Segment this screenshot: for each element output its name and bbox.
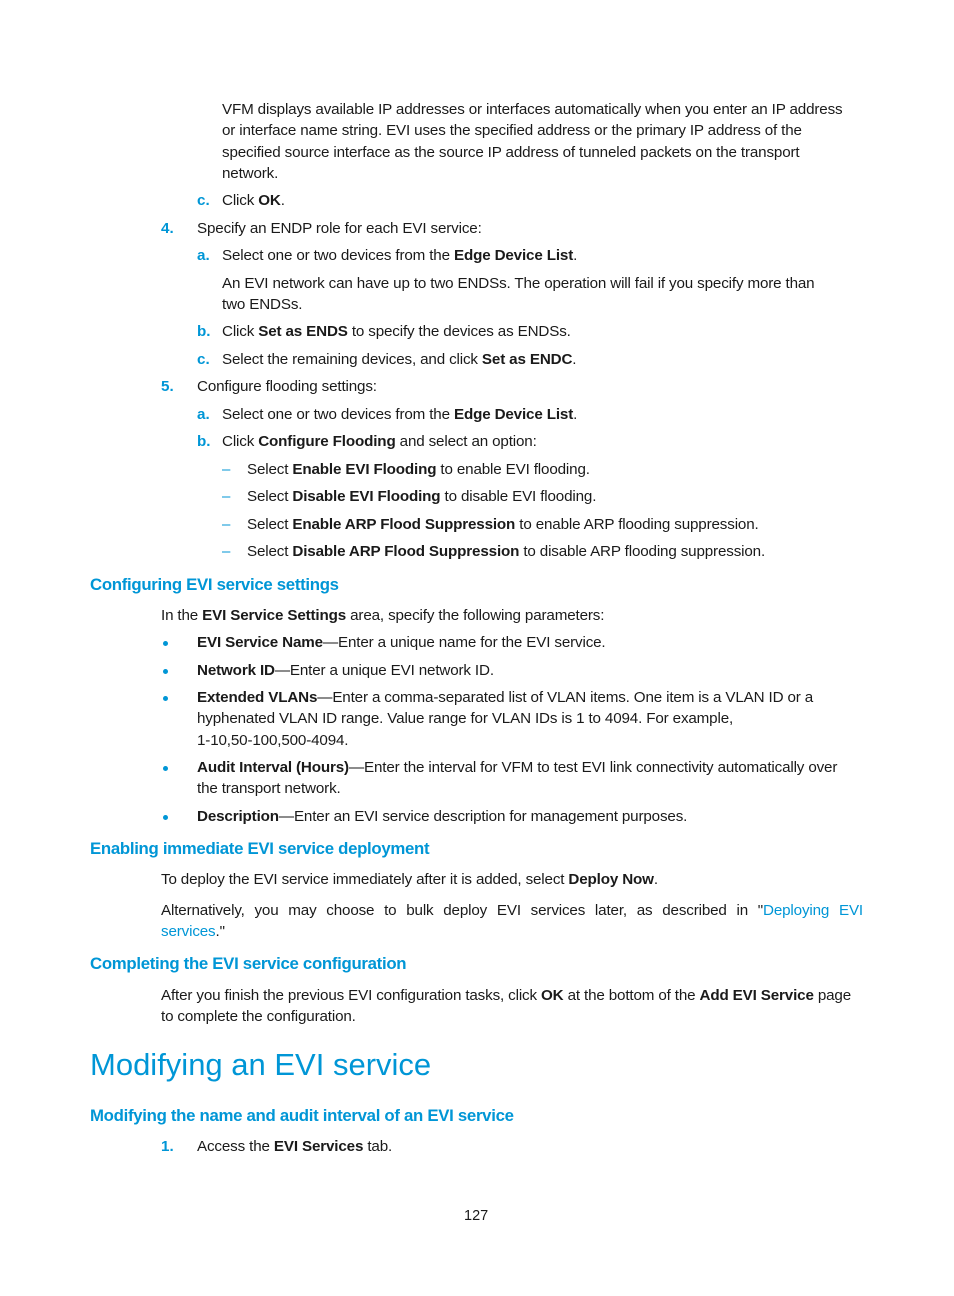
param-bullet: EVI Service Name—Enter a unique name for…: [197, 634, 606, 651]
step-4-text: Specify an ENDP role for each EVI servic…: [197, 220, 482, 237]
page-number: 127: [464, 1208, 489, 1224]
step-marker: 1.: [161, 1138, 174, 1155]
note-line: An EVI network can have up to two ENDSs.…: [222, 275, 815, 292]
deploying-evi-link-cont[interactable]: services: [161, 923, 216, 940]
step-4c-text: Select the remaining devices, and click …: [222, 351, 577, 368]
section-heading-modify-name: Modifying the name and audit interval of…: [90, 1106, 514, 1125]
param-bullet-cont: hyphenated VLAN ID range. Value range fo…: [197, 710, 734, 727]
step-5a-text: Select one or two devices from the Edge …: [222, 406, 578, 423]
step-marker: a.: [197, 406, 210, 423]
bullet-icon: [163, 641, 168, 646]
step-marker: c.: [197, 351, 210, 368]
step-5b-text: Click Configure Flooding and select an o…: [222, 433, 537, 450]
chapter-title: Modifying an EVI service: [90, 1047, 432, 1082]
intro-line: network.: [222, 165, 279, 182]
settings-intro: In the EVI Service Settings area, specif…: [161, 607, 605, 624]
flooding-option: Select Enable ARP Flood Suppression to e…: [247, 516, 759, 533]
step-marker: 5.: [161, 378, 174, 395]
step-marker: 4.: [161, 220, 174, 237]
intro-line: or interface name string. EVI uses the s…: [222, 122, 802, 139]
flooding-option: Select Disable EVI Flooding to disable E…: [247, 488, 597, 505]
bullet-icon: [163, 815, 168, 820]
deploy-paragraph: To deploy the EVI service immediately af…: [161, 871, 658, 888]
step-4b-text: Click Set as ENDS to specify the devices…: [222, 323, 571, 340]
section-heading-deploy: Enabling immediate EVI service deploymen…: [90, 839, 430, 858]
step-marker: c.: [197, 192, 210, 209]
modify-step-1-text: Access the EVI Services tab.: [197, 1138, 393, 1155]
param-bullet: Audit Interval (Hours)—Enter the interva…: [197, 759, 838, 776]
deploy-alt-paragraph: Alternatively, you may choose to bulk de…: [161, 902, 863, 919]
flooding-option: Select Enable EVI Flooding to enable EVI…: [247, 461, 590, 478]
param-bullet: Network ID—Enter a unique EVI network ID…: [197, 662, 494, 679]
complete-paragraph: After you finish the previous EVI config…: [161, 987, 852, 1004]
param-bullet: Extended VLANs—Enter a comma-separated l…: [197, 689, 814, 706]
param-bullet-cont: the transport network.: [197, 780, 341, 797]
step-marker: b.: [197, 433, 211, 450]
bullet-icon: [163, 766, 168, 771]
param-bullet: Description—Enter an EVI service descrip…: [197, 808, 688, 825]
step-5-text: Configure flooding settings:: [197, 378, 377, 395]
section-heading-complete: Completing the EVI service configuration: [90, 954, 407, 973]
dash-bullet-icon: –: [222, 461, 231, 478]
dash-bullet-icon: –: [222, 488, 231, 505]
deploy-alt-paragraph-cont: services.": [161, 923, 225, 940]
dash-bullet-icon: –: [222, 516, 231, 533]
bullet-icon: [163, 696, 168, 701]
bullet-icon: [163, 669, 168, 674]
param-bullet-cont: 1-10,50-100,500-4094.: [197, 732, 349, 749]
step-4a-text: Select one or two devices from the Edge …: [222, 247, 578, 264]
step-marker: a.: [197, 247, 210, 264]
step-marker: b.: [197, 323, 211, 340]
dash-bullet-icon: –: [222, 543, 231, 560]
step-3c-text: Click OK.: [222, 192, 285, 209]
flooding-option: Select Disable ARP Flood Suppression to …: [247, 543, 766, 560]
note-line: two ENDSs.: [222, 296, 303, 313]
section-heading-settings: Configuring EVI service settings: [90, 575, 339, 594]
deploying-evi-link[interactable]: Deploying EVI: [763, 902, 863, 919]
complete-paragraph-cont: to complete the configuration.: [161, 1008, 356, 1025]
intro-line: VFM displays available IP addresses or i…: [222, 101, 843, 118]
intro-line: specified source interface as the source…: [222, 144, 800, 161]
